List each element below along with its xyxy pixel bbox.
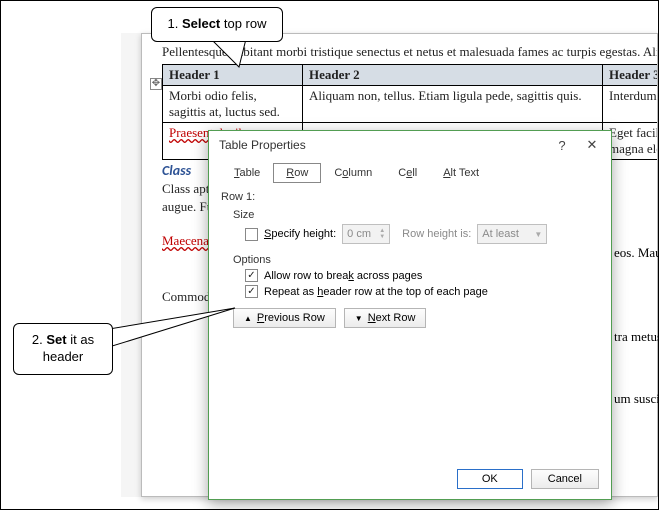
doc-fragment: um suscipit, sollicitu — [614, 391, 659, 407]
repeat-header-label: Repeat as header row at the top of each … — [264, 286, 488, 298]
table-cell[interactable]: Morbi odio felis, sagittis at, luctus se… — [163, 86, 303, 123]
help-button[interactable]: ? — [547, 138, 577, 153]
table-header-cell[interactable]: Header 3 — [603, 65, 659, 86]
callout1-rest: top row — [220, 16, 266, 31]
height-input[interactable]: 0 cm ▲▼ — [342, 224, 390, 244]
dialog-tabs: Table Row Column Cell Alt Text — [221, 163, 599, 183]
table-row: Morbi odio felis, sagittis at, luctus se… — [163, 86, 659, 123]
tab-column[interactable]: Column — [321, 163, 385, 183]
cancel-button[interactable]: Cancel — [531, 469, 599, 489]
callout2-bold: Set — [46, 332, 66, 347]
repeat-header-checkbox[interactable] — [245, 285, 258, 298]
triangle-down-icon: ▼ — [355, 314, 363, 323]
spinner-icon[interactable]: ▲▼ — [379, 228, 385, 240]
tab-row[interactable]: Row — [273, 163, 321, 183]
row-height-is-label: Row height is: — [402, 228, 471, 240]
previous-row-button[interactable]: ▲ Previous Row — [233, 308, 336, 328]
allow-break-label: Allow row to break across pages — [264, 270, 422, 282]
callout1-prefix: 1. — [167, 16, 181, 31]
size-group-label: Size — [233, 209, 599, 221]
doc-fragment: tra metus odio a le — [614, 329, 659, 345]
next-row-button[interactable]: ▼ Next Row — [344, 308, 427, 328]
tab-cell[interactable]: Cell — [385, 163, 430, 183]
table-cell[interactable]: Aliquam non, tellus. Etiam ligula pede, … — [303, 86, 603, 123]
table-header-cell[interactable]: Header 2 — [303, 65, 603, 86]
callout1-bold: Select — [182, 16, 220, 31]
chevron-down-icon: ▼ — [534, 230, 542, 239]
dialog-titlebar[interactable]: Table Properties ? ✕ — [209, 131, 611, 159]
table-cell[interactable]: Interdum ultric scelerisque eu, — [603, 86, 659, 123]
specify-height-label: Specify height: — [264, 228, 336, 240]
callout2-pointer — [109, 303, 239, 353]
ok-button[interactable]: OK — [457, 469, 523, 489]
callout-select-top-row: 1. Select top row — [151, 7, 283, 42]
dialog-title: Table Properties — [219, 138, 547, 152]
table-properties-dialog: Table Properties ? ✕ Table Row Column Ce… — [208, 130, 612, 500]
specify-height-checkbox[interactable] — [245, 228, 258, 241]
table-move-handle[interactable]: ✥ — [150, 78, 162, 90]
callout2-prefix: 2. — [32, 332, 46, 347]
allow-break-checkbox[interactable] — [245, 269, 258, 282]
row-indicator: Row 1: — [221, 191, 599, 203]
tab-table[interactable]: Table — [221, 163, 273, 183]
close-button[interactable]: ✕ — [577, 137, 607, 153]
row-height-mode-combo[interactable]: At least ▼ — [477, 224, 547, 244]
tab-alt-text[interactable]: Alt Text — [430, 163, 492, 183]
doc-fragment: eos. Mauris dictum t — [614, 245, 659, 261]
triangle-up-icon: ▲ — [244, 314, 252, 323]
options-group-label: Options — [233, 254, 599, 266]
callout-set-header: 2. Set it as header — [13, 323, 113, 375]
